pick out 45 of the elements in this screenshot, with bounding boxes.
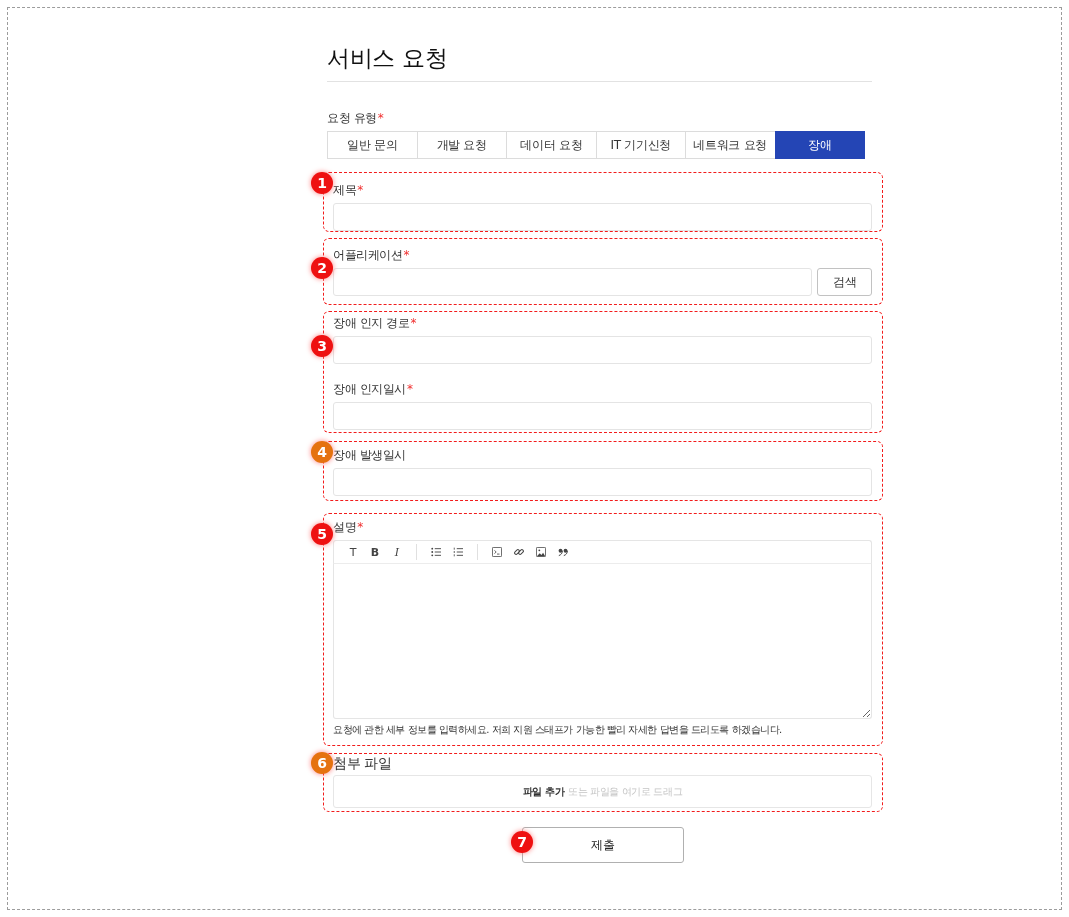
required-asterisk: * bbox=[377, 110, 384, 127]
link-icon bbox=[514, 547, 524, 557]
number-marker: 4 bbox=[311, 441, 333, 463]
field-label: 제목 bbox=[333, 182, 357, 199]
text-input[interactable] bbox=[333, 336, 872, 364]
request-type-tab[interactable]: 개발 요청 bbox=[416, 131, 507, 159]
text-input[interactable] bbox=[333, 402, 872, 430]
number-marker: 7 bbox=[511, 831, 533, 853]
bulleted-list-icon bbox=[431, 547, 441, 557]
number-marker: 3 bbox=[311, 335, 333, 357]
request-type-tab[interactable]: 네트워크 요청 bbox=[685, 131, 776, 159]
numbered-list-icon bbox=[453, 547, 463, 557]
field-label: 장애 인지 경로 bbox=[333, 315, 410, 332]
field-label: 설명 bbox=[333, 519, 357, 536]
bold-button[interactable]: B bbox=[364, 542, 386, 562]
number-marker: 2 bbox=[311, 257, 333, 279]
required-asterisk: * bbox=[407, 381, 413, 398]
field-label: 장애 발생일시 bbox=[333, 447, 406, 464]
request-type-tab[interactable]: IT 기기신청 bbox=[595, 131, 686, 159]
image-icon bbox=[536, 547, 546, 557]
quote-icon bbox=[558, 547, 568, 557]
search-button[interactable]: 검색 bbox=[817, 268, 872, 296]
add-file-link[interactable]: 파일 추가 bbox=[522, 784, 565, 799]
required-asterisk: * bbox=[357, 519, 363, 536]
required-asterisk: * bbox=[357, 182, 363, 199]
field-label: 어플리케이션 bbox=[333, 247, 403, 264]
field-label: 장애 인지일시 bbox=[333, 381, 406, 398]
terminal-icon bbox=[492, 547, 502, 557]
italic-button[interactable]: I bbox=[386, 542, 408, 562]
help-text: 요청에 관한 세부 정보를 입력하세요. 저희 지원 스태프가 가능한 빨리 자세한 답변을 드리도록 하겠습니다. bbox=[333, 723, 783, 737]
number-marker: 6 bbox=[311, 752, 333, 774]
text-format-button[interactable]: T bbox=[342, 542, 364, 562]
field-label: 첨부 파일 bbox=[333, 754, 392, 772]
required-asterisk: * bbox=[403, 247, 410, 264]
request-type-tab[interactable]: 일반 문의 bbox=[327, 131, 418, 159]
text-input[interactable] bbox=[333, 268, 812, 296]
field-label: 요청 유형 bbox=[327, 110, 377, 127]
required-asterisk: * bbox=[410, 315, 417, 332]
text-input[interactable] bbox=[333, 203, 872, 231]
text-input[interactable] bbox=[333, 468, 872, 496]
number-marker: 5 bbox=[311, 523, 333, 545]
request-type-tab[interactable]: 장애 bbox=[774, 131, 865, 159]
page-title: 서비스 요청 bbox=[327, 44, 449, 73]
request-type-tab[interactable]: 데이터 요청 bbox=[506, 131, 597, 159]
number-marker: 1 bbox=[311, 172, 333, 194]
